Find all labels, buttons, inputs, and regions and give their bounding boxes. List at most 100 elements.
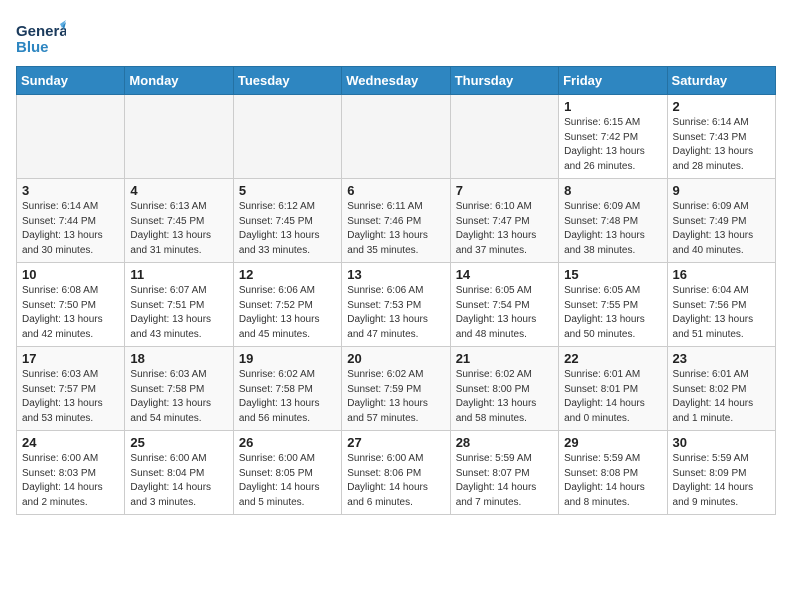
header-monday: Monday [125, 67, 233, 95]
day-info: Sunrise: 6:02 AM Sunset: 7:58 PM Dayligh… [239, 368, 336, 426]
day-number: 24 [22, 435, 119, 450]
day-info: Sunrise: 6:03 AM Sunset: 7:58 PM Dayligh… [130, 368, 227, 426]
day-number: 7 [456, 183, 553, 198]
calendar-cell: 18 Sunrise: 6:03 AM Sunset: 7:58 PM Dayli… [125, 347, 233, 431]
calendar-cell [342, 95, 450, 179]
day-info: Sunrise: 6:14 AM Sunset: 7:43 PM Dayligh… [673, 116, 770, 174]
day-info: Sunrise: 6:08 AM Sunset: 7:50 PM Dayligh… [22, 284, 119, 342]
header-sunday: Sunday [17, 67, 125, 95]
day-info: Sunrise: 6:01 AM Sunset: 8:01 PM Dayligh… [564, 368, 661, 426]
calendar-week-5: 24 Sunrise: 6:00 AM Sunset: 8:03 PM Dayli… [17, 431, 776, 515]
calendar-cell: 27 Sunrise: 6:00 AM Sunset: 8:06 PM Dayli… [342, 431, 450, 515]
day-info: Sunrise: 6:14 AM Sunset: 7:44 PM Dayligh… [22, 200, 119, 258]
calendar-cell: 5Sunrise: 6:12 AM Sunset: 7:45 PM Daylig… [233, 179, 341, 263]
calendar-cell: 25 Sunrise: 6:00 AM Sunset: 8:04 PM Dayli… [125, 431, 233, 515]
day-info: Sunrise: 5:59 AM Sunset: 8:08 PM Dayligh… [564, 452, 661, 510]
calendar-cell: 7 Sunrise: 6:10 AM Sunset: 7:47 PM Daylig… [450, 179, 558, 263]
day-number: 13 [347, 267, 444, 282]
header-wednesday: Wednesday [342, 67, 450, 95]
calendar-cell: 16Sunrise: 6:04 AM Sunset: 7:56 PM Dayli… [667, 263, 775, 347]
calendar-cell: 21 Sunrise: 6:02 AM Sunset: 8:00 PM Dayli… [450, 347, 558, 431]
day-info: Sunrise: 5:59 AM Sunset: 8:09 PM Dayligh… [673, 452, 770, 510]
day-info: Sunrise: 6:13 AM Sunset: 7:45 PM Dayligh… [130, 200, 227, 258]
calendar-week-4: 17 Sunrise: 6:03 AM Sunset: 7:57 PM Dayli… [17, 347, 776, 431]
calendar-cell: 11 Sunrise: 6:07 AM Sunset: 7:51 PM Dayli… [125, 263, 233, 347]
header-thursday: Thursday [450, 67, 558, 95]
day-number: 20 [347, 351, 444, 366]
day-number: 18 [130, 351, 227, 366]
day-number: 23 [673, 351, 770, 366]
calendar-week-1: 1Sunrise: 6:15 AM Sunset: 7:42 PM Daylig… [17, 95, 776, 179]
calendar-cell: 23 Sunrise: 6:01 AM Sunset: 8:02 PM Dayli… [667, 347, 775, 431]
day-number: 2 [673, 99, 770, 114]
day-info: Sunrise: 6:06 AM Sunset: 7:52 PM Dayligh… [239, 284, 336, 342]
day-info: Sunrise: 6:05 AM Sunset: 7:54 PM Dayligh… [456, 284, 553, 342]
calendar-week-3: 10 Sunrise: 6:08 AM Sunset: 7:50 PM Dayli… [17, 263, 776, 347]
day-info: Sunrise: 6:02 AM Sunset: 7:59 PM Dayligh… [347, 368, 444, 426]
calendar-cell: 15 Sunrise: 6:05 AM Sunset: 7:55 PM Dayli… [559, 263, 667, 347]
day-number: 22 [564, 351, 661, 366]
header-friday: Friday [559, 67, 667, 95]
calendar-cell: 3Sunrise: 6:14 AM Sunset: 7:44 PM Daylig… [17, 179, 125, 263]
day-number: 11 [130, 267, 227, 282]
calendar-table: SundayMondayTuesdayWednesdayThursdayFrid… [16, 66, 776, 515]
calendar-cell: 29 Sunrise: 5:59 AM Sunset: 8:08 PM Dayli… [559, 431, 667, 515]
logo-container: General Blue [16, 16, 66, 58]
logo: General Blue [16, 16, 66, 58]
day-info: Sunrise: 6:00 AM Sunset: 8:03 PM Dayligh… [22, 452, 119, 510]
day-number: 28 [456, 435, 553, 450]
day-number: 12 [239, 267, 336, 282]
day-info: Sunrise: 6:03 AM Sunset: 7:57 PM Dayligh… [22, 368, 119, 426]
calendar-cell [17, 95, 125, 179]
day-info: Sunrise: 6:09 AM Sunset: 7:48 PM Dayligh… [564, 200, 661, 258]
calendar-header-row: SundayMondayTuesdayWednesdayThursdayFrid… [17, 67, 776, 95]
calendar-cell: 1Sunrise: 6:15 AM Sunset: 7:42 PM Daylig… [559, 95, 667, 179]
day-number: 25 [130, 435, 227, 450]
day-number: 19 [239, 351, 336, 366]
calendar-cell: 19 Sunrise: 6:02 AM Sunset: 7:58 PM Dayli… [233, 347, 341, 431]
day-number: 21 [456, 351, 553, 366]
day-info: Sunrise: 6:10 AM Sunset: 7:47 PM Dayligh… [456, 200, 553, 258]
day-info: Sunrise: 6:06 AM Sunset: 7:53 PM Dayligh… [347, 284, 444, 342]
calendar-cell [450, 95, 558, 179]
day-info: Sunrise: 6:04 AM Sunset: 7:56 PM Dayligh… [673, 284, 770, 342]
calendar-cell: 22 Sunrise: 6:01 AM Sunset: 8:01 PM Dayli… [559, 347, 667, 431]
day-number: 27 [347, 435, 444, 450]
day-info: Sunrise: 6:00 AM Sunset: 8:05 PM Dayligh… [239, 452, 336, 510]
day-number: 10 [22, 267, 119, 282]
day-number: 6 [347, 183, 444, 198]
day-info: Sunrise: 6:07 AM Sunset: 7:51 PM Dayligh… [130, 284, 227, 342]
calendar-cell: 28 Sunrise: 5:59 AM Sunset: 8:07 PM Dayli… [450, 431, 558, 515]
calendar-cell: 8 Sunrise: 6:09 AM Sunset: 7:48 PM Daylig… [559, 179, 667, 263]
calendar-cell: 14 Sunrise: 6:05 AM Sunset: 7:54 PM Dayli… [450, 263, 558, 347]
day-info: Sunrise: 6:00 AM Sunset: 8:06 PM Dayligh… [347, 452, 444, 510]
day-info: Sunrise: 6:01 AM Sunset: 8:02 PM Dayligh… [673, 368, 770, 426]
day-number: 26 [239, 435, 336, 450]
calendar-cell: 17 Sunrise: 6:03 AM Sunset: 7:57 PM Dayli… [17, 347, 125, 431]
svg-text:Blue: Blue [16, 39, 49, 56]
page-header: General Blue [16, 16, 776, 58]
day-number: 9 [673, 183, 770, 198]
day-info: Sunrise: 5:59 AM Sunset: 8:07 PM Dayligh… [456, 452, 553, 510]
day-number: 29 [564, 435, 661, 450]
calendar-cell: 26 Sunrise: 6:00 AM Sunset: 8:05 PM Dayli… [233, 431, 341, 515]
calendar-cell: 30 Sunrise: 5:59 AM Sunset: 8:09 PM Dayli… [667, 431, 775, 515]
svg-text:General: General [16, 23, 66, 40]
day-number: 17 [22, 351, 119, 366]
calendar-cell: 2 Sunrise: 6:14 AM Sunset: 7:43 PM Daylig… [667, 95, 775, 179]
day-number: 1 [564, 99, 661, 114]
calendar-cell: 6Sunrise: 6:11 AM Sunset: 7:46 PM Daylig… [342, 179, 450, 263]
day-number: 15 [564, 267, 661, 282]
calendar-cell: 9 Sunrise: 6:09 AM Sunset: 7:49 PM Daylig… [667, 179, 775, 263]
day-info: Sunrise: 6:00 AM Sunset: 8:04 PM Dayligh… [130, 452, 227, 510]
calendar-cell [233, 95, 341, 179]
day-info: Sunrise: 6:05 AM Sunset: 7:55 PM Dayligh… [564, 284, 661, 342]
calendar-cell: 24 Sunrise: 6:00 AM Sunset: 8:03 PM Dayli… [17, 431, 125, 515]
day-number: 30 [673, 435, 770, 450]
day-number: 8 [564, 183, 661, 198]
header-tuesday: Tuesday [233, 67, 341, 95]
day-info: Sunrise: 6:09 AM Sunset: 7:49 PM Dayligh… [673, 200, 770, 258]
day-info: Sunrise: 6:02 AM Sunset: 8:00 PM Dayligh… [456, 368, 553, 426]
day-number: 14 [456, 267, 553, 282]
day-number: 5 [239, 183, 336, 198]
